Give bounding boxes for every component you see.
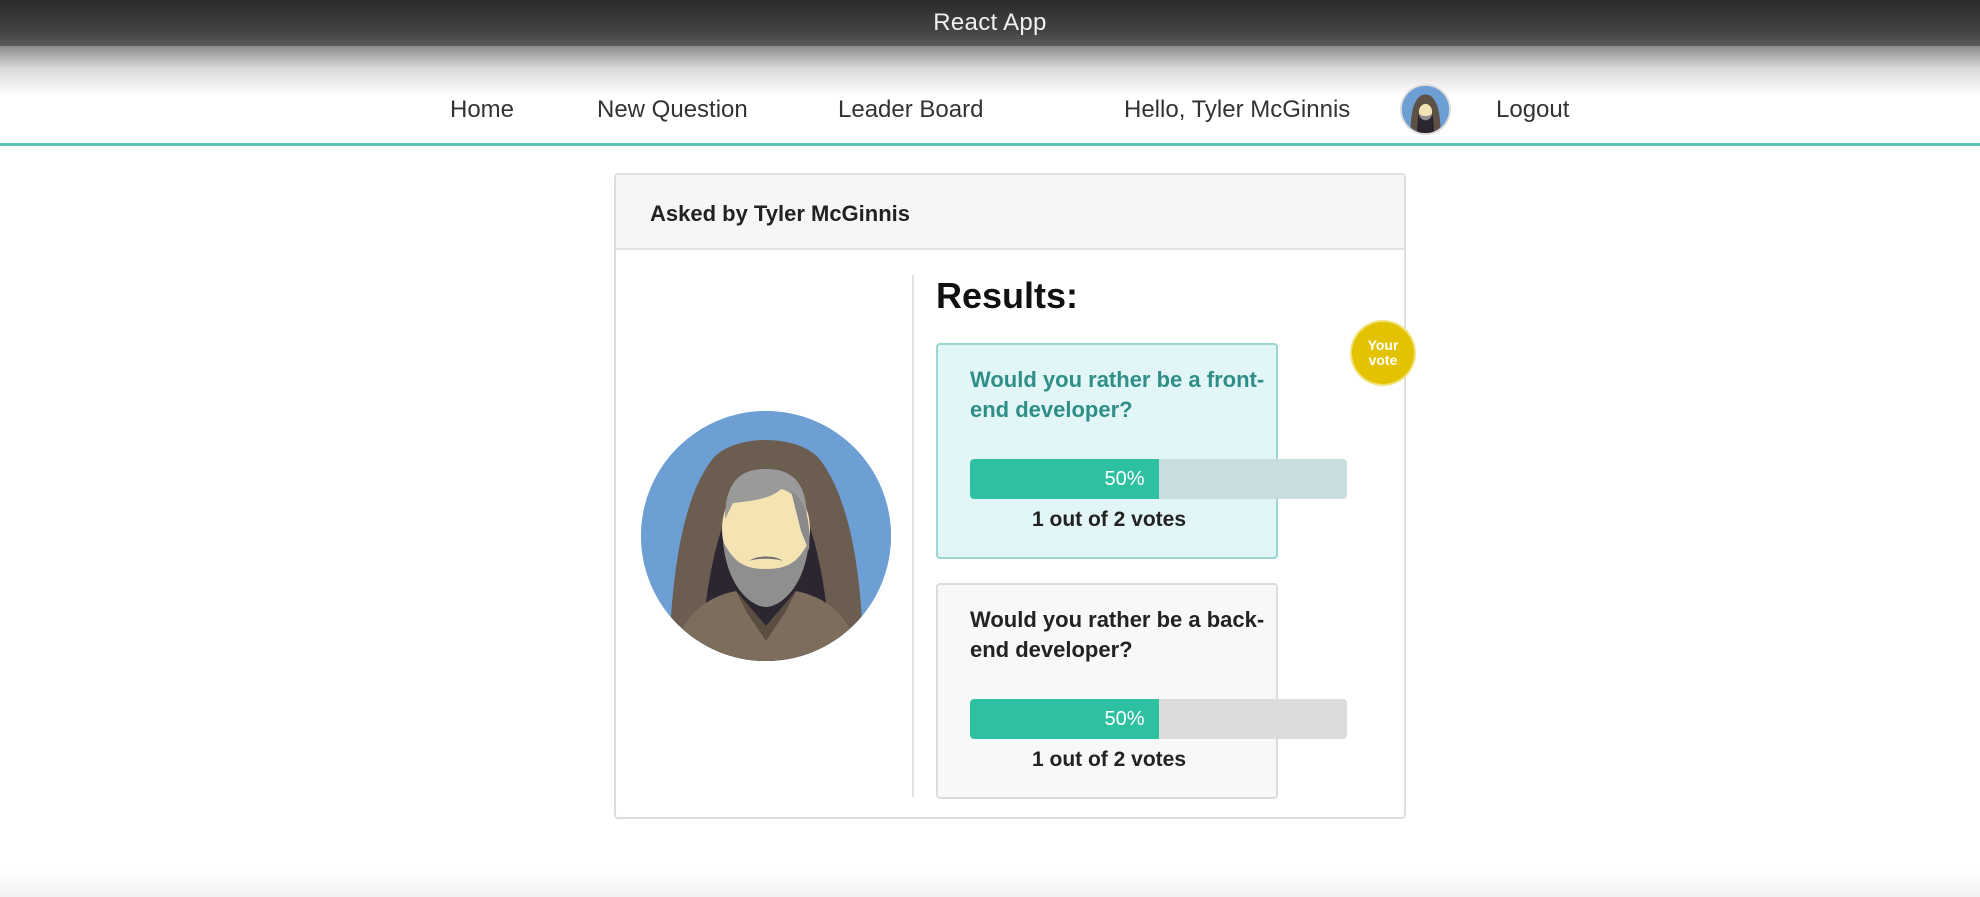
vote-count: 1 out of 2 votes: [1031, 508, 1187, 531]
your-vote-badge: Your vote: [1352, 322, 1414, 384]
question-card: Asked by Tyler McGinnis Results: Would y…: [614, 173, 1406, 819]
user-greeting: Hello, Tyler McGinnis: [1124, 96, 1351, 123]
vote-count: 1 out of 2 votes: [1031, 748, 1187, 771]
badge-line-1: Your: [1367, 337, 1399, 353]
results-title: Results:: [936, 275, 1079, 316]
hooded-person-icon: [641, 411, 891, 661]
nav-new-question[interactable]: New Question: [597, 98, 748, 122]
user-avatar-icon: [1402, 86, 1449, 133]
progress-label: 50%: [1104, 468, 1145, 490]
nav-logout[interactable]: Logout: [1496, 98, 1569, 122]
progress-bar: 50%: [970, 699, 1347, 739]
progress-bar: 50%: [970, 459, 1347, 499]
top-nav: Home New Question Leader Board Hello, Ty…: [0, 46, 1980, 146]
card-header: Asked by Tyler McGinnis: [616, 175, 1404, 250]
option-two: Would you rather be a back-end developer…: [936, 583, 1347, 799]
nav-home[interactable]: Home: [450, 98, 514, 122]
author-avatar: [641, 411, 891, 661]
progress-label: 50%: [1104, 708, 1145, 730]
window-title: React App: [933, 9, 1047, 36]
asked-by-label: Asked by Tyler McGinnis: [650, 201, 911, 226]
vertical-divider: [912, 275, 914, 797]
badge-line-2: vote: [1368, 352, 1398, 368]
option-text: Would you rather be a front-end develope…: [970, 367, 1265, 422]
bottom-strip: [0, 870, 1980, 897]
option-one: Would you rather be a front-end develope…: [936, 343, 1347, 559]
option-text: Would you rather be a back-end developer…: [970, 607, 1265, 662]
window-title-bar: React App: [0, 0, 1980, 46]
nav-leader-board[interactable]: Leader Board: [838, 98, 983, 122]
